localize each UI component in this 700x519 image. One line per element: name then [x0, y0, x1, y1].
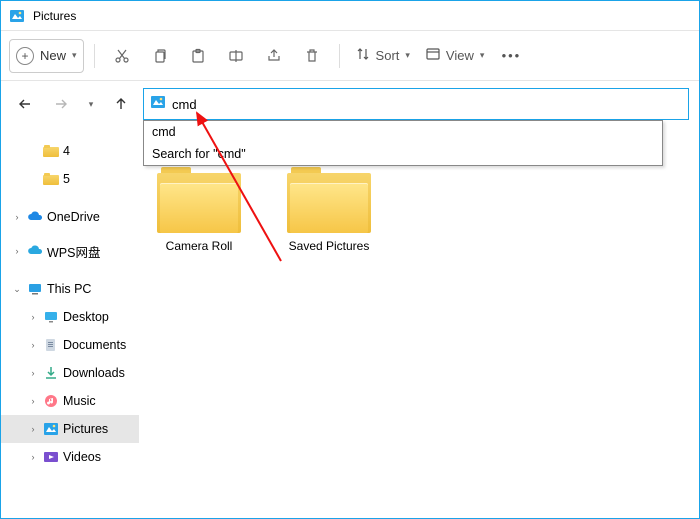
sort-button[interactable]: Sort ▾ — [350, 39, 416, 73]
file-explorer-window: Pictures + New ▾ Sort ▾ View ▾ ••• ▾ — [0, 0, 700, 519]
chevron-right-icon: › — [27, 424, 39, 434]
separator — [339, 44, 340, 68]
chevron-down-icon: ▾ — [89, 99, 94, 110]
copy-button[interactable] — [143, 39, 177, 73]
sidebar-item-quick-5[interactable]: 5 — [1, 165, 139, 193]
folder-icon — [43, 171, 59, 187]
cut-button[interactable] — [105, 39, 139, 73]
recent-dropdown[interactable]: ▾ — [83, 90, 99, 118]
dropdown-item-cmd[interactable]: cmd — [144, 121, 662, 143]
sidebar-label: Desktop — [63, 310, 109, 324]
nav-pane[interactable]: 4 5 › OneDrive › WPS网盘 ⌄ — [1, 127, 139, 518]
separator — [94, 44, 95, 68]
downloads-icon — [43, 365, 59, 381]
sidebar-item-documents[interactable]: › Documents — [1, 331, 139, 359]
documents-icon — [43, 337, 59, 353]
sidebar-label: Videos — [63, 450, 101, 464]
folder-label: Camera Roll — [149, 239, 249, 253]
location-icon — [150, 94, 166, 115]
folder-label: Saved Pictures — [279, 239, 379, 253]
cloud-icon — [27, 243, 43, 259]
share-button[interactable] — [257, 39, 291, 73]
cloud-icon — [27, 209, 43, 225]
chevron-right-icon: › — [27, 452, 39, 462]
chevron-down-icon: ▾ — [405, 50, 410, 61]
forward-button[interactable] — [47, 90, 75, 118]
chevron-right-icon: › — [27, 340, 39, 350]
folder-icon — [287, 167, 371, 233]
toolbar: + New ▾ Sort ▾ View ▾ ••• — [1, 31, 699, 81]
address-input[interactable] — [172, 89, 682, 119]
sidebar-label: Pictures — [63, 422, 108, 436]
sidebar-label: This PC — [47, 282, 91, 296]
chevron-right-icon: › — [11, 212, 23, 222]
chevron-right-icon: › — [11, 246, 23, 256]
pc-icon — [27, 281, 43, 297]
folder-camera-roll[interactable]: Camera Roll — [149, 167, 249, 253]
dropdown-item-search[interactable]: Search for "cmd" — [144, 143, 662, 165]
music-icon — [43, 393, 59, 409]
sidebar-item-thispc[interactable]: ⌄ This PC — [1, 275, 139, 303]
folder-view[interactable]: Camera Roll Saved Pictures — [139, 127, 699, 518]
sidebar-label: 5 — [63, 172, 70, 186]
up-button[interactable] — [107, 90, 135, 118]
back-button[interactable] — [11, 90, 39, 118]
sidebar-item-wps[interactable]: › WPS网盘 — [1, 237, 139, 265]
more-button[interactable]: ••• — [494, 39, 528, 73]
desktop-icon — [43, 309, 59, 325]
plus-icon: + — [16, 47, 34, 65]
sidebar-label: WPS网盘 — [47, 242, 100, 261]
sidebar-item-pictures[interactable]: › Pictures — [1, 415, 139, 443]
sidebar-label: 4 — [63, 144, 70, 158]
view-icon — [426, 47, 440, 64]
new-label: New — [40, 48, 66, 63]
sidebar-label: Documents — [63, 338, 126, 352]
sort-icon — [356, 47, 370, 64]
sort-label: Sort — [376, 48, 400, 63]
sidebar-item-onedrive[interactable]: › OneDrive — [1, 203, 139, 231]
sidebar-item-quick-4[interactable]: 4 — [1, 137, 139, 165]
content-area: 4 5 › OneDrive › WPS网盘 ⌄ — [1, 127, 699, 518]
delete-button[interactable] — [295, 39, 329, 73]
sidebar-item-videos[interactable]: › Videos — [1, 443, 139, 471]
chevron-down-icon: ⌄ — [11, 284, 23, 295]
sidebar-item-downloads[interactable]: › Downloads — [1, 359, 139, 387]
address-bar[interactable]: cmd Search for "cmd" — [143, 88, 689, 120]
sidebar-item-music[interactable]: › Music — [1, 387, 139, 415]
paste-button[interactable] — [181, 39, 215, 73]
pictures-icon — [43, 421, 59, 437]
folder-saved-pictures[interactable]: Saved Pictures — [279, 167, 379, 253]
chevron-down-icon: ▾ — [72, 50, 77, 61]
chevron-right-icon: › — [27, 312, 39, 322]
sidebar-label: Music — [63, 394, 96, 408]
view-button[interactable]: View ▾ — [420, 39, 490, 73]
view-label: View — [446, 48, 474, 63]
chevron-down-icon: ▾ — [480, 50, 485, 61]
window-title: Pictures — [33, 9, 76, 23]
new-button[interactable]: + New ▾ — [9, 39, 84, 73]
sidebar-label: Downloads — [63, 366, 125, 380]
titlebar: Pictures — [1, 1, 699, 31]
sidebar-item-desktop[interactable]: › Desktop — [1, 303, 139, 331]
folder-icon — [157, 167, 241, 233]
sidebar-label: OneDrive — [47, 210, 100, 224]
rename-button[interactable] — [219, 39, 253, 73]
folder-icon — [43, 143, 59, 159]
address-dropdown: cmd Search for "cmd" — [143, 120, 663, 166]
app-icon — [9, 8, 25, 24]
chevron-right-icon: › — [27, 396, 39, 406]
chevron-right-icon: › — [27, 368, 39, 378]
nav-row: ▾ cmd Search for "cmd" — [1, 81, 699, 127]
videos-icon — [43, 449, 59, 465]
